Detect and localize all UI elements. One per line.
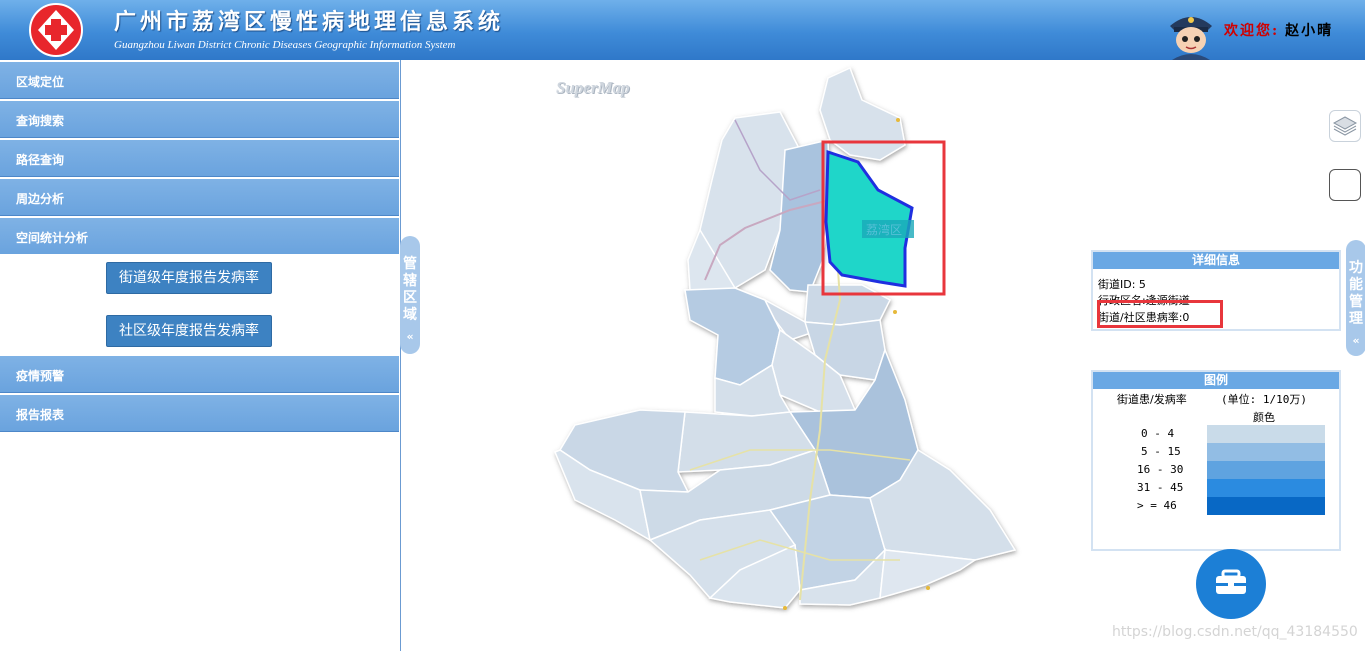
menu-label: 路径查询: [16, 153, 65, 167]
legend-swatch: [1207, 425, 1325, 443]
menu-label: 区域定位: [16, 75, 65, 89]
street-district[interactable]: [819, 66, 906, 161]
spatial-statistics-submenu: 街道级年度报告发病率 社区级年度报告发病率: [0, 254, 399, 353]
watermark-url: https://blog.csdn.net/qq_43184550: [1112, 624, 1358, 640]
police-avatar-icon: [1170, 17, 1212, 60]
layers-icon: [1332, 116, 1358, 136]
annotation-box-detail: [1097, 300, 1223, 328]
legend-swatch: [1207, 479, 1325, 497]
map-tool-button[interactable]: [1329, 169, 1361, 201]
street-incidence-button[interactable]: 街道级年度报告发病率: [106, 262, 272, 294]
district-label: 荔湾区: [866, 222, 902, 237]
menu-reports[interactable]: 报告报表: [0, 395, 399, 432]
app-title: 广州市荔湾区慢性病地理信息系统: [114, 9, 505, 35]
app-header: 广州市荔湾区慢性病地理信息系统 Guangzhou Liwan District…: [0, 0, 1365, 60]
layers-button[interactable]: [1329, 110, 1361, 142]
selected-district-highlight[interactable]: [824, 149, 914, 288]
legend-swatch: [1207, 461, 1325, 479]
detail-panel-title: 详细信息: [1093, 252, 1339, 269]
function-manage-tab-label: 功能管理: [1349, 260, 1363, 327]
legend-header-rate: 街道患/发病率: [1117, 393, 1187, 406]
community-incidence-button[interactable]: 社区级年度报告发病率: [106, 315, 272, 347]
menu-label: 周边分析: [16, 192, 65, 206]
medical-cross-icon: [29, 3, 83, 57]
toolbox-button[interactable]: [1196, 549, 1266, 619]
welcome-text: 欢迎您: 赵小晴: [1224, 20, 1333, 40]
legend-range: 5 - 15: [1141, 445, 1181, 458]
street-district[interactable]: [804, 284, 891, 326]
menu-epidemic-warning[interactable]: 疫情预警: [0, 356, 399, 393]
legend-header-color: 颜色: [1253, 411, 1275, 424]
legend-range: 16 - 30: [1137, 463, 1184, 476]
user-name[interactable]: 赵小晴: [1285, 23, 1333, 39]
legend-header-unit: (单位: 1/10万): [1221, 393, 1307, 406]
legend-range: 31 - 45: [1137, 481, 1184, 494]
menu-spatial-statistics[interactable]: 空间统计分析: [0, 218, 399, 255]
legend-title: 图例: [1093, 372, 1339, 389]
menu-label: 疫情预警: [16, 369, 65, 383]
supermap-logo: SuperMap: [556, 78, 630, 97]
menu-surrounding-analysis[interactable]: 周边分析: [0, 179, 399, 216]
function-manage-tab[interactable]: 功能管理 «: [1346, 240, 1365, 356]
toolbox-icon: [1216, 569, 1246, 594]
legend-range: > = 46: [1137, 499, 1177, 512]
welcome-label: 欢迎您:: [1224, 23, 1280, 39]
sidebar: 区域定位 查询搜索 路径查询 周边分析 空间统计分析 街道级年度报告发病率 社区…: [0, 60, 401, 651]
legend-panel: 图例 街道患/发病率 (单位: 1/10万) 颜色 0 - 4 5 - 15 1…: [1091, 370, 1341, 551]
menu-region-locate[interactable]: 区域定位: [0, 62, 399, 99]
menu-route-query[interactable]: 路径查询: [0, 140, 399, 177]
legend-swatch: [1207, 497, 1325, 515]
legend-range: 0 - 4: [1141, 427, 1175, 440]
menu-label: 报告报表: [16, 408, 65, 422]
street-id: 街道ID: 5: [1098, 278, 1146, 291]
menu-label: 空间统计分析: [16, 231, 89, 245]
menu-query-search[interactable]: 查询搜索: [0, 101, 399, 138]
legend-swatch: [1207, 443, 1325, 461]
district-polygons: [554, 66, 1017, 609]
collapse-chevron-icon: «: [1352, 334, 1360, 347]
app-subtitle: Guangzhou Liwan District Chronic Disease…: [114, 39, 456, 51]
menu-label: 查询搜索: [16, 114, 65, 128]
